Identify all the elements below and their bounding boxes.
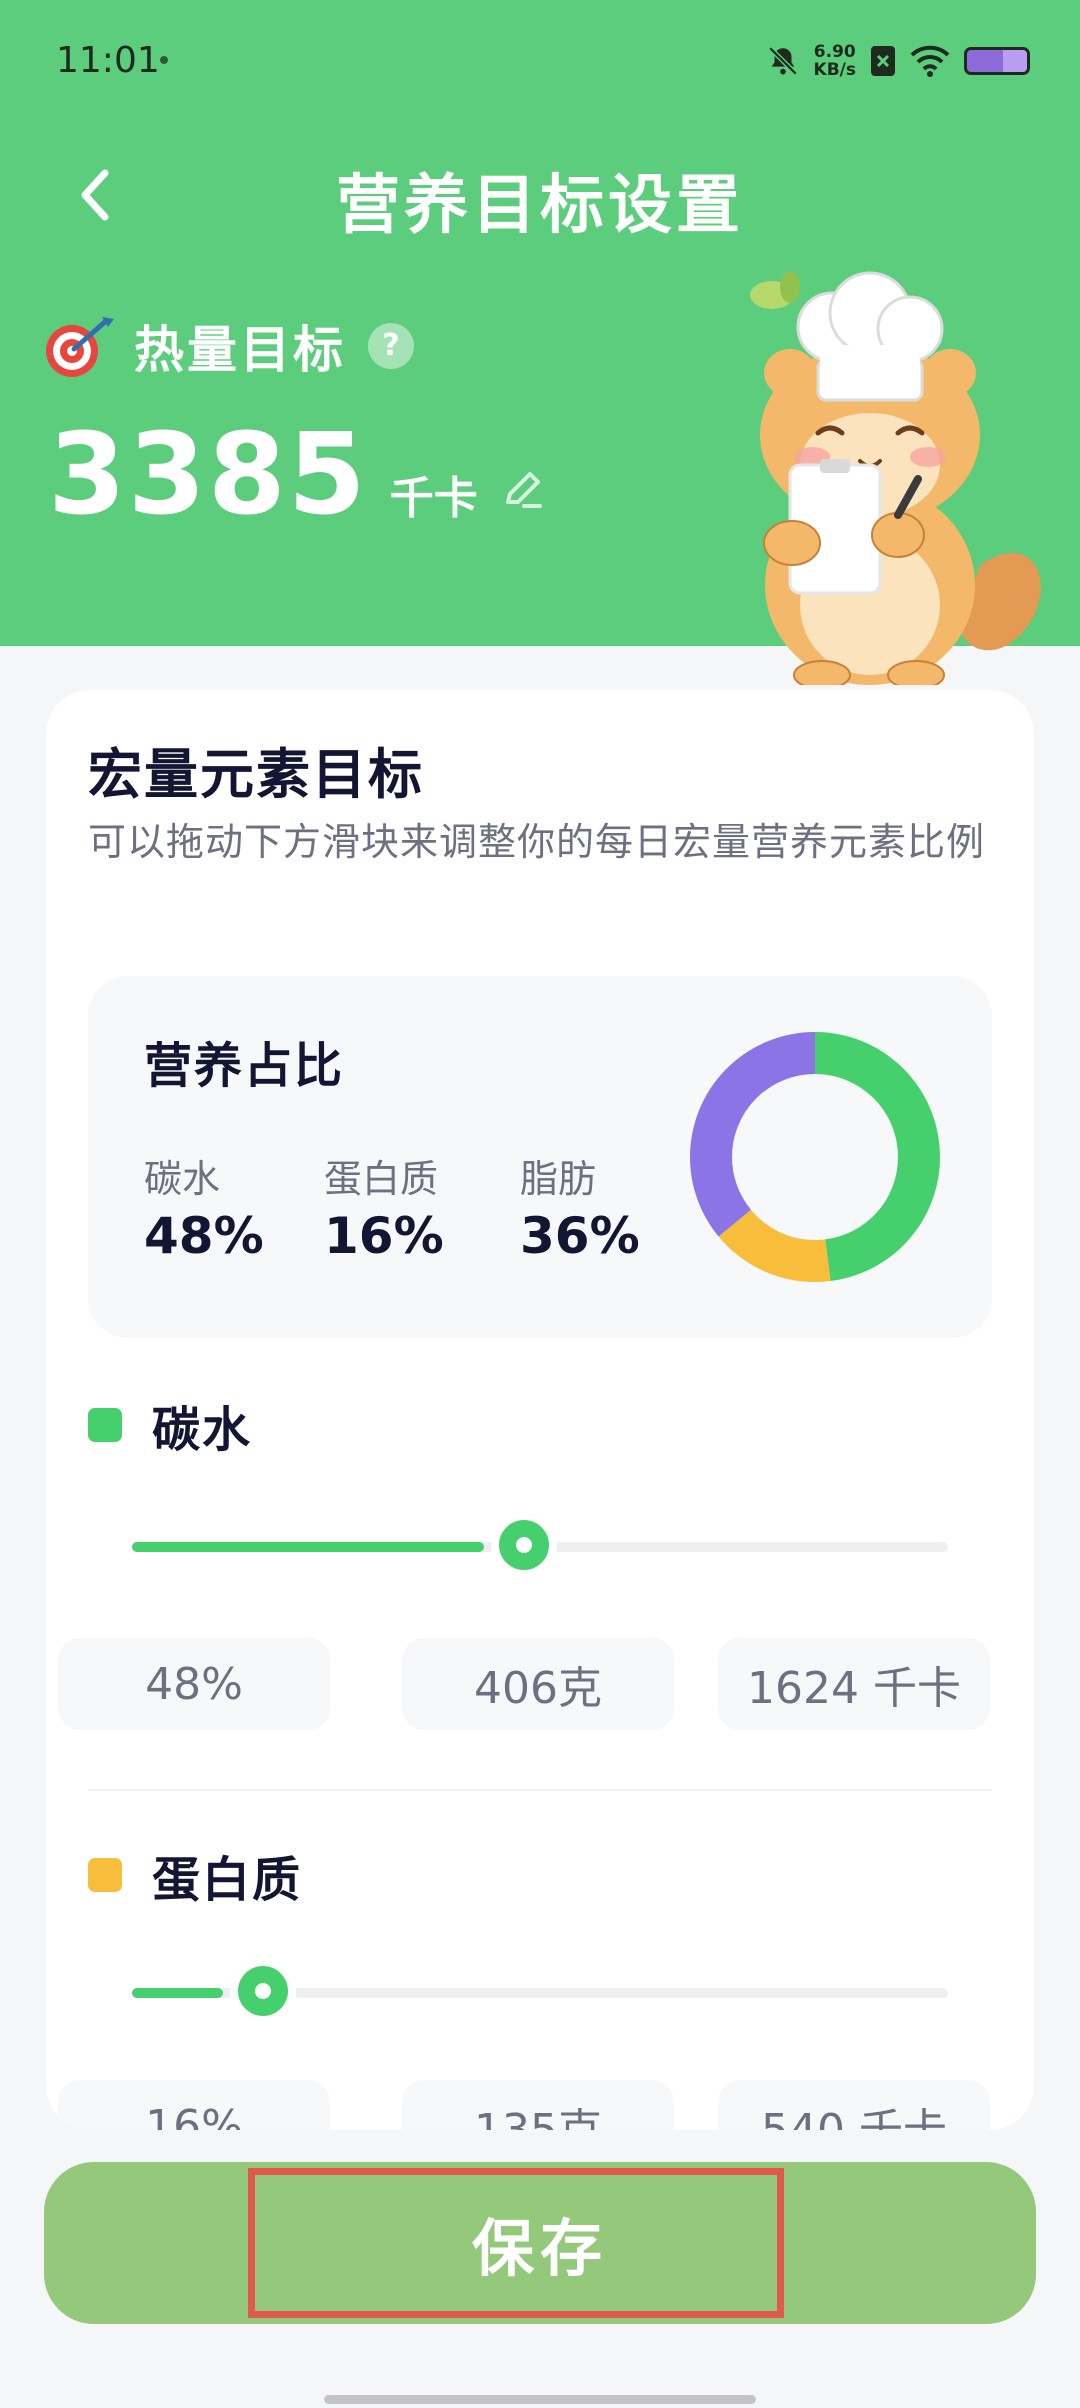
battery-icon — [964, 47, 1030, 75]
protein-percent-chip[interactable]: 16% — [58, 2080, 330, 2130]
summary-title: 营养占比 — [144, 1038, 345, 1094]
macro-name: 碳水 — [152, 1402, 253, 1458]
stat-value: 16% — [324, 1207, 444, 1265]
sim-x-icon — [871, 46, 895, 76]
stat-label: 碳水 — [144, 1157, 221, 1201]
target-dart-icon — [46, 317, 114, 377]
status-icons: 6.90 KB/s — [766, 36, 1030, 86]
calorie-title: 热量目标 — [134, 321, 346, 379]
slider-fill — [132, 1542, 484, 1552]
slider-thumb[interactable] — [498, 1520, 549, 1570]
mute-bell-icon — [768, 46, 798, 76]
slider-fill — [132, 1988, 223, 1998]
home-indicator — [324, 2395, 756, 2404]
status-time: 11:01 — [56, 40, 160, 81]
macro-header-carbs: 碳水 — [88, 1390, 252, 1460]
protein-slider[interactable] — [132, 1962, 948, 2022]
protein-kcal-chip[interactable]: 540 千卡 — [718, 2080, 990, 2130]
divider — [88, 1789, 992, 1791]
protein-color-swatch — [88, 1858, 122, 1892]
macro-name: 蛋白质 — [152, 1852, 303, 1908]
stat-protein: 蛋白质 16% — [324, 1148, 444, 1265]
carbs-slider[interactable] — [132, 1516, 948, 1576]
stat-label: 蛋白质 — [324, 1157, 439, 1201]
status-bar: 11:01 6.90 KB/s — [0, 0, 1080, 110]
macro-header-protein: 蛋白质 — [88, 1840, 302, 1910]
carbs-kcal-chip[interactable]: 1624 千卡 — [718, 1638, 990, 1730]
protein-grams-chip[interactable]: 135克 — [402, 2080, 674, 2130]
highlight-box — [248, 2168, 784, 2318]
calorie-value: 3385 — [48, 410, 368, 540]
slider-thumb[interactable] — [237, 1966, 288, 2016]
calorie-value-row[interactable]: 3385 千卡 — [48, 410, 546, 540]
macro-card-title: 宏量元素目标 — [88, 743, 424, 806]
stat-value: 48% — [144, 1207, 264, 1265]
stat-carbs: 碳水 48% — [144, 1148, 264, 1265]
wifi-icon — [910, 45, 950, 77]
edit-pencil-icon[interactable] — [498, 466, 546, 514]
stat-label: 脂肪 — [520, 1157, 597, 1201]
page-title: 营养目标设置 — [336, 169, 744, 243]
carbs-percent-chip[interactable]: 48% — [58, 1638, 330, 1730]
macro-card-description: 可以拖动下方滑块来调整你的每日宏量营养元素比例 — [88, 820, 986, 864]
stat-fat: 脂肪 36% — [520, 1148, 640, 1265]
stat-value: 36% — [520, 1207, 640, 1265]
nutrition-ratio-summary: 营养占比 碳水 48% 蛋白质 16% 脂肪 36% — [88, 976, 992, 1338]
nav-bar: 营养目标设置 — [0, 140, 1080, 250]
carbs-grams-chip[interactable]: 406克 — [402, 1638, 674, 1730]
carbs-color-swatch — [88, 1408, 122, 1442]
notification-dot-icon — [160, 56, 168, 64]
help-icon[interactable]: ? — [368, 323, 414, 369]
calorie-header: 热量目标 ? — [44, 306, 414, 386]
macro-card: 宏量元素目标 可以拖动下方滑块来调整你的每日宏量营养元素比例 营养占比 碳水 4… — [46, 690, 1034, 2130]
chef-mascot-illustration — [750, 271, 1041, 685]
net-speed: 6.90 KB/s — [813, 42, 856, 80]
macro-donut-chart — [690, 1032, 940, 1282]
calorie-unit: 千卡 — [389, 473, 478, 524]
